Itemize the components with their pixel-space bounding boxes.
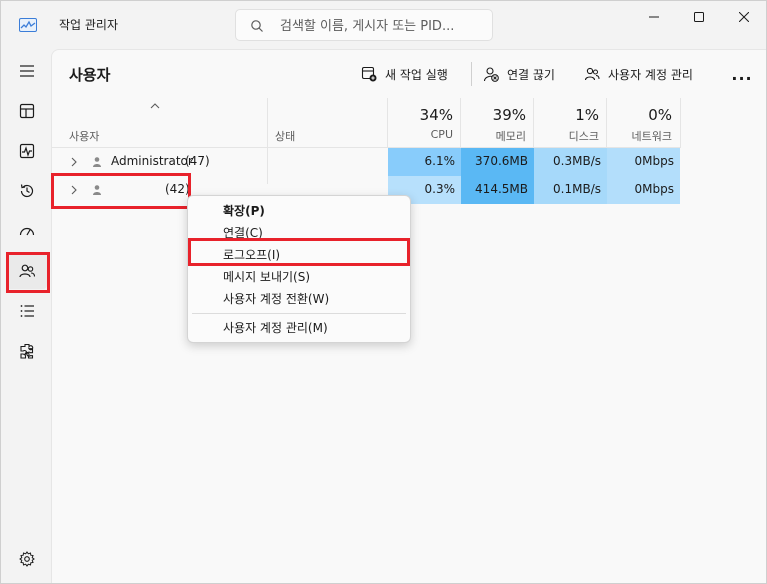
task-manager-app-icon [19, 18, 37, 32]
sidebar-item-services[interactable] [7, 333, 47, 369]
title-bar: 작업 관리자 [1, 1, 766, 49]
disk-cell: 0.3MB/s [534, 148, 607, 176]
menu-item-connect[interactable]: 연결(C) [188, 221, 410, 243]
more-options-label: ... [731, 64, 753, 84]
minimize-button[interactable] [631, 1, 677, 33]
memory-percent: 39% [492, 106, 526, 124]
network-cell: 0Mbps [607, 148, 680, 176]
menu-item-manage-account[interactable]: 사용자 계정 관리(M) [188, 316, 410, 338]
search-box[interactable] [235, 9, 493, 41]
table-row[interactable]: Administrator (47) 6.1% 370.6MB 0.3MB/s 0… [52, 148, 680, 176]
sidebar [1, 49, 51, 583]
startup-icon [19, 227, 35, 236]
memory-cell: 370.6MB [461, 148, 534, 176]
maximize-icon [694, 12, 704, 22]
manage-accounts-label: 사용자 계정 관리 [608, 67, 693, 82]
disconnect-icon [483, 67, 499, 82]
user-accounts-icon [584, 67, 600, 81]
column-divider [387, 98, 388, 148]
sidebar-item-users[interactable] [7, 253, 47, 289]
menu-item-expand[interactable]: 확장(P) [188, 199, 410, 221]
cpu-header-label: CPU [430, 128, 453, 141]
performance-icon [19, 143, 35, 159]
user-name: Administrator [111, 154, 193, 168]
status-header-label: 상태 [275, 130, 296, 143]
network-header-label: 네트워크 [631, 130, 672, 143]
column-header-memory[interactable]: 39% 메모리 [461, 98, 534, 148]
cpu-percent: 34% [419, 106, 453, 124]
services-icon [20, 343, 34, 359]
column-header-cpu[interactable]: 34% CPU [388, 98, 461, 148]
menu-icon [20, 65, 34, 77]
task-manager-window: 작업 관리자 검색할 이름, 게시자 또는 PID... 사용자 새 작업 실행… [0, 0, 767, 584]
column-header-status[interactable]: 상태 [268, 98, 388, 148]
sidebar-item-settings[interactable] [7, 541, 47, 577]
toolbar-separator [471, 62, 472, 86]
user-icon [93, 157, 101, 167]
history-icon [20, 184, 34, 198]
manage-accounts-button[interactable]: 사용자 계정 관리 [584, 62, 693, 86]
sidebar-item-startup-apps[interactable] [7, 213, 47, 249]
column-header-user[interactable]: 사용자 [52, 98, 268, 148]
sidebar-item-details[interactable] [7, 293, 47, 329]
menu-separator [192, 313, 406, 314]
disconnect-button[interactable]: 연결 끊기 [483, 62, 555, 86]
column-divider [533, 98, 534, 148]
run-new-task-label: 새 작업 실행 [385, 67, 448, 82]
process-count: (47) [185, 154, 210, 168]
search-icon [251, 20, 263, 32]
sidebar-item-app-history[interactable] [7, 173, 47, 209]
column-header-disk[interactable]: 1% 디스크 [534, 98, 607, 148]
details-icon [20, 305, 34, 317]
column-divider [460, 98, 461, 148]
menu-item-switch-account[interactable]: 사용자 계정 전환(W) [188, 287, 410, 309]
network-percent: 0% [648, 106, 672, 124]
sidebar-item-performance[interactable] [7, 133, 47, 169]
menu-item-logoff[interactable]: 로그오프(I) [188, 243, 410, 265]
disk-cell: 0.1MB/s [534, 176, 607, 204]
user-icon [93, 185, 101, 195]
more-options-button[interactable]: ... [728, 62, 756, 86]
minimize-icon [649, 16, 659, 18]
network-cell: 0Mbps [607, 176, 680, 204]
cpu-cell: 6.1% [388, 148, 461, 176]
disk-percent: 1% [575, 106, 599, 124]
column-divider [606, 98, 607, 148]
processes-icon [19, 103, 35, 119]
memory-cell: 414.5MB [461, 176, 534, 204]
sort-ascending-icon [150, 103, 160, 109]
memory-header-label: 메모리 [495, 130, 526, 143]
run-new-task-button[interactable]: 새 작업 실행 [361, 62, 448, 86]
new-task-icon [361, 66, 377, 82]
search-input[interactable] [280, 16, 485, 36]
chevron-right-icon[interactable] [70, 185, 78, 195]
column-divider [680, 98, 681, 148]
chevron-right-icon[interactable] [70, 157, 78, 167]
app-title: 작업 관리자 [59, 18, 119, 32]
gear-icon [19, 551, 35, 567]
disconnect-label: 연결 끊기 [507, 67, 555, 82]
close-icon [739, 12, 749, 22]
sidebar-item-processes[interactable] [7, 93, 47, 129]
menu-item-send-message[interactable]: 메시지 보내기(S) [188, 265, 410, 287]
close-button[interactable] [721, 1, 766, 33]
maximize-button[interactable] [676, 1, 722, 33]
user-header-label: 사용자 [69, 130, 100, 143]
page-title: 사용자 [69, 66, 111, 84]
disk-header-label: 디스크 [568, 130, 599, 143]
process-count: (42) [165, 182, 190, 196]
sidebar-item-menu[interactable] [7, 53, 47, 89]
users-icon [19, 264, 36, 278]
context-menu: 확장(P) 연결(C) 로그오프(I) 메시지 보내기(S) 사용자 계정 전환… [187, 195, 411, 343]
column-header-network[interactable]: 0% 네트워크 [607, 98, 680, 148]
